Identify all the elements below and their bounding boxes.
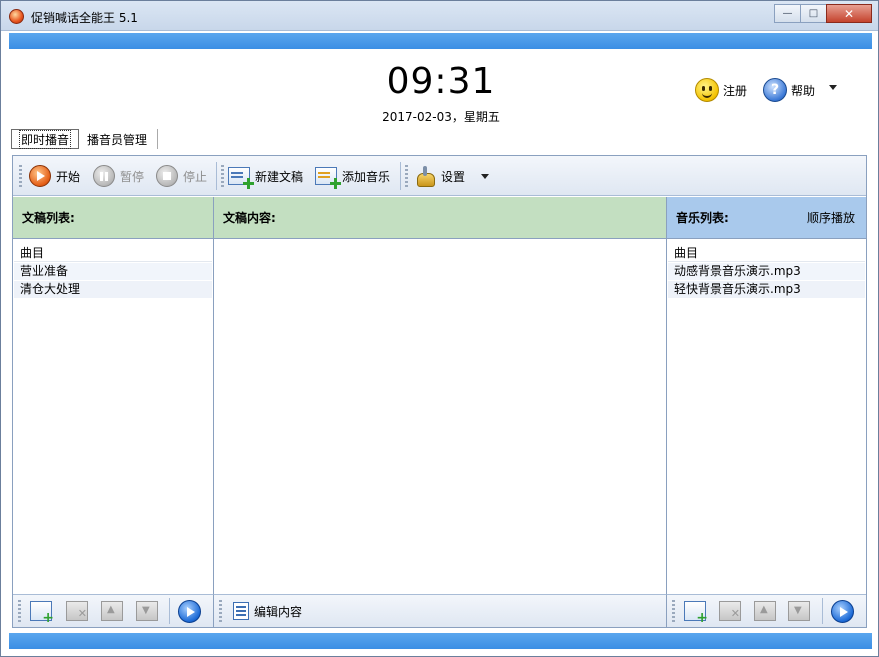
new-doc-icon	[228, 167, 254, 189]
list-item[interactable]: 营业准备	[14, 263, 212, 280]
minimize-button[interactable]: —	[774, 4, 801, 23]
new-doc-label: 新建文稿	[255, 169, 304, 184]
add-music-button[interactable]: 添加音乐	[315, 164, 391, 189]
tab-bar: 即时播音 播音员管理	[11, 129, 159, 149]
register-label: 注册	[723, 83, 748, 98]
title-bar[interactable]: 促销喊话全能王 5.1 — □ ✕	[1, 1, 878, 31]
toolbar-grip[interactable]	[221, 165, 224, 187]
broadcast-panel: 开始 暂停 停止 新建文稿 添加音乐 设置 文稿列表: 曲目 营业准备 清仓大处…	[12, 155, 867, 628]
smiley-icon	[695, 78, 719, 102]
new-doc-button[interactable]: 新建文稿	[228, 164, 304, 189]
maximize-button[interactable]: □	[800, 4, 827, 23]
settings-label: 设置	[441, 169, 466, 184]
add-icon[interactable]	[30, 601, 54, 626]
pause-icon	[93, 165, 115, 187]
help-icon: ?	[763, 78, 787, 102]
play-icon	[29, 165, 51, 187]
settings-icon	[414, 165, 436, 187]
help-link[interactable]: ? 帮助	[763, 78, 815, 102]
list-item[interactable]: 轻快背景音乐演示.mp3	[668, 281, 865, 298]
pause-label: 暂停	[120, 169, 145, 184]
add-music-icon	[315, 167, 341, 189]
music-list: 曲目 动感背景音乐演示.mp3 轻快背景音乐演示.mp3	[667, 239, 866, 298]
music-list-column-header[interactable]: 曲目	[668, 244, 865, 262]
clock-time: 09:31	[386, 61, 496, 102]
add-icon[interactable]	[684, 601, 708, 626]
tab-divider	[157, 129, 159, 149]
start-label: 开始	[56, 169, 81, 184]
app-icon	[9, 9, 24, 24]
help-dropdown-icon[interactable]	[829, 85, 837, 90]
list-item[interactable]: 清仓大处理	[14, 281, 212, 298]
settings-dropdown-icon[interactable]	[481, 174, 489, 179]
toolbar-separator	[822, 598, 823, 624]
play-mode-selector[interactable]: 顺序播放	[807, 209, 855, 226]
toolbar-grip[interactable]	[405, 165, 408, 187]
edit-content-button[interactable]: 编辑内容	[233, 599, 302, 623]
close-button[interactable]: ✕	[826, 4, 872, 23]
delete-icon[interactable]	[719, 601, 741, 621]
stop-button[interactable]: 停止	[156, 164, 207, 188]
top-band	[9, 33, 872, 49]
play-icon[interactable]	[831, 600, 854, 623]
list-item[interactable]: 动感背景音乐演示.mp3	[668, 263, 865, 280]
edit-content-label: 编辑内容	[254, 604, 303, 619]
play-icon[interactable]	[178, 600, 201, 623]
stop-icon	[156, 165, 178, 187]
window-title: 促销喊话全能王 5.1	[31, 11, 138, 25]
add-music-label: 添加音乐	[342, 169, 391, 184]
bottom-band	[9, 633, 872, 649]
doc-list-pane: 文稿列表: 曲目 营业准备 清仓大处理	[13, 197, 214, 594]
move-up-icon[interactable]	[754, 601, 776, 621]
toolbar-separator	[400, 162, 401, 190]
move-down-icon[interactable]	[136, 601, 158, 621]
doc-list-toolbar	[13, 594, 214, 627]
doc-content-header: 文稿内容:	[214, 197, 666, 239]
toolbar-grip[interactable]	[672, 600, 675, 622]
main-toolbar: 开始 暂停 停止 新建文稿 添加音乐 设置	[13, 156, 866, 196]
toolbar-grip[interactable]	[219, 600, 222, 622]
doc-list-column-header[interactable]: 曲目	[14, 244, 212, 262]
start-button[interactable]: 开始	[29, 164, 80, 188]
music-list-toolbar	[667, 594, 866, 627]
doc-list-header: 文稿列表:	[13, 197, 213, 239]
toolbar-grip[interactable]	[19, 165, 22, 187]
doc-list: 曲目 营业准备 清仓大处理	[13, 239, 213, 298]
register-link[interactable]: 注册	[695, 78, 747, 102]
stop-label: 停止	[183, 169, 208, 184]
delete-icon[interactable]	[66, 601, 88, 621]
toolbar-grip[interactable]	[18, 600, 21, 622]
help-label: 帮助	[791, 83, 816, 98]
doc-content-area[interactable]	[214, 239, 666, 593]
music-list-pane: 音乐列表: 顺序播放 曲目 动感背景音乐演示.mp3 轻快背景音乐演示.mp3	[667, 197, 866, 594]
main-window: 促销喊话全能王 5.1 — □ ✕ 09:31 2017-02-03，星期五 注…	[0, 0, 879, 657]
move-down-icon[interactable]	[788, 601, 810, 621]
doc-content-pane: 文稿内容:	[214, 197, 667, 594]
pause-button[interactable]: 暂停	[93, 164, 144, 188]
music-list-title: 音乐列表:	[676, 211, 729, 225]
tab-live-broadcast[interactable]: 即时播音	[11, 129, 80, 149]
tab-label: 播音员管理	[87, 132, 148, 147]
toolbar-separator	[169, 598, 170, 624]
tab-label: 即时播音	[19, 129, 72, 149]
music-list-header: 音乐列表: 顺序播放	[667, 197, 866, 239]
move-up-icon[interactable]	[101, 601, 123, 621]
toolbar-separator	[216, 162, 217, 190]
settings-button[interactable]: 设置	[414, 164, 465, 188]
clock-date: 2017-02-03，星期五	[382, 110, 500, 124]
tab-announcer-management[interactable]: 播音员管理	[79, 129, 155, 149]
doc-content-toolbar: 编辑内容	[214, 594, 667, 627]
edit-icon	[233, 602, 249, 620]
window-controls: — □ ✕	[774, 4, 872, 23]
